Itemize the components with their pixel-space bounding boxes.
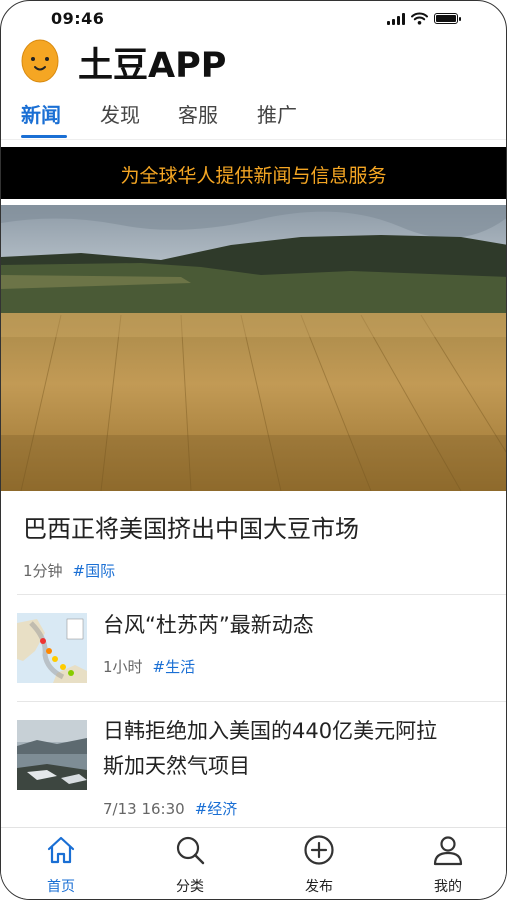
status-bar: 09:46 bbox=[1, 1, 506, 35]
home-icon bbox=[47, 836, 75, 864]
article-title-line-2: 斯加天然气项目 bbox=[103, 754, 250, 778]
divider bbox=[17, 701, 506, 702]
hero-article-title[interactable]: 巴西正将美国挤出中国大豆市场 bbox=[23, 509, 359, 544]
hero-image[interactable] bbox=[1, 205, 506, 491]
banner-text: 为全球华人提供新闻与信息服务 bbox=[120, 165, 387, 187]
app-title: 土豆APP bbox=[78, 46, 227, 86]
nav-profile-label: 我的 bbox=[434, 879, 462, 895]
article-tag[interactable]: #生活 bbox=[153, 658, 196, 676]
article-title-alaska-gas[interactable]: 日韩拒绝加入美国的440亿美元阿拉 斯加天然气项目 bbox=[103, 714, 493, 784]
article-title-typhoon[interactable]: 台风“杜苏芮”最新动态 bbox=[103, 608, 493, 643]
nav-profile[interactable]: 我的 bbox=[403, 828, 493, 899]
plus-circle-icon bbox=[304, 835, 334, 865]
article-time: 1小时 bbox=[103, 658, 143, 676]
top-tabs: 新闻 发现 客服 推广 bbox=[1, 91, 506, 140]
wifi-icon bbox=[411, 12, 428, 25]
alaska-landscape-thumbnail[interactable] bbox=[17, 720, 87, 790]
status-icons bbox=[387, 12, 461, 25]
active-tab-indicator bbox=[21, 135, 67, 138]
tab-promotion[interactable]: 推广 bbox=[257, 99, 297, 128]
divider bbox=[17, 594, 506, 595]
signal-icon bbox=[387, 12, 405, 25]
article-tag[interactable]: #经济 bbox=[195, 800, 238, 818]
tab-discover[interactable]: 发现 bbox=[100, 99, 140, 128]
article-title-line-1: 日韩拒绝加入美国的440亿美元阿拉 bbox=[103, 719, 438, 743]
hero-article-tag[interactable]: #国际 bbox=[73, 562, 116, 580]
battery-icon bbox=[434, 13, 461, 24]
article-meta-alaska-gas: 7/13 16:30 #经济 bbox=[103, 798, 237, 819]
bottom-nav: 首页 分类 发布 我的 bbox=[1, 827, 506, 899]
nav-category-label: 分类 bbox=[176, 879, 204, 895]
slogan-banner: 为全球华人提供新闻与信息服务 bbox=[1, 147, 506, 199]
hero-article-meta: 1分钟 #国际 bbox=[23, 560, 115, 581]
typhoon-map-thumbnail[interactable] bbox=[17, 613, 87, 683]
user-icon bbox=[433, 836, 463, 866]
tab-news[interactable]: 新闻 bbox=[21, 99, 61, 128]
hero-article-time: 1分钟 bbox=[23, 562, 63, 580]
potato-logo-icon bbox=[21, 39, 59, 83]
nav-home[interactable]: 首页 bbox=[16, 828, 106, 899]
app-header: 土豆APP bbox=[1, 35, 506, 87]
nav-publish[interactable]: 发布 bbox=[274, 828, 364, 899]
phone-screen: 09:46 土豆APP 新闻 发现 客服 推广 为全球华人提供新闻与信息服务 巴… bbox=[0, 0, 507, 900]
tab-customer-service[interactable]: 客服 bbox=[178, 99, 218, 128]
nav-home-label: 首页 bbox=[47, 879, 75, 895]
status-time: 09:46 bbox=[51, 9, 105, 28]
search-icon bbox=[176, 836, 205, 865]
nav-category[interactable]: 分类 bbox=[145, 828, 235, 899]
article-meta-typhoon: 1小时 #生活 bbox=[103, 656, 195, 677]
nav-publish-label: 发布 bbox=[305, 879, 333, 895]
article-time: 7/13 16:30 bbox=[103, 800, 185, 818]
